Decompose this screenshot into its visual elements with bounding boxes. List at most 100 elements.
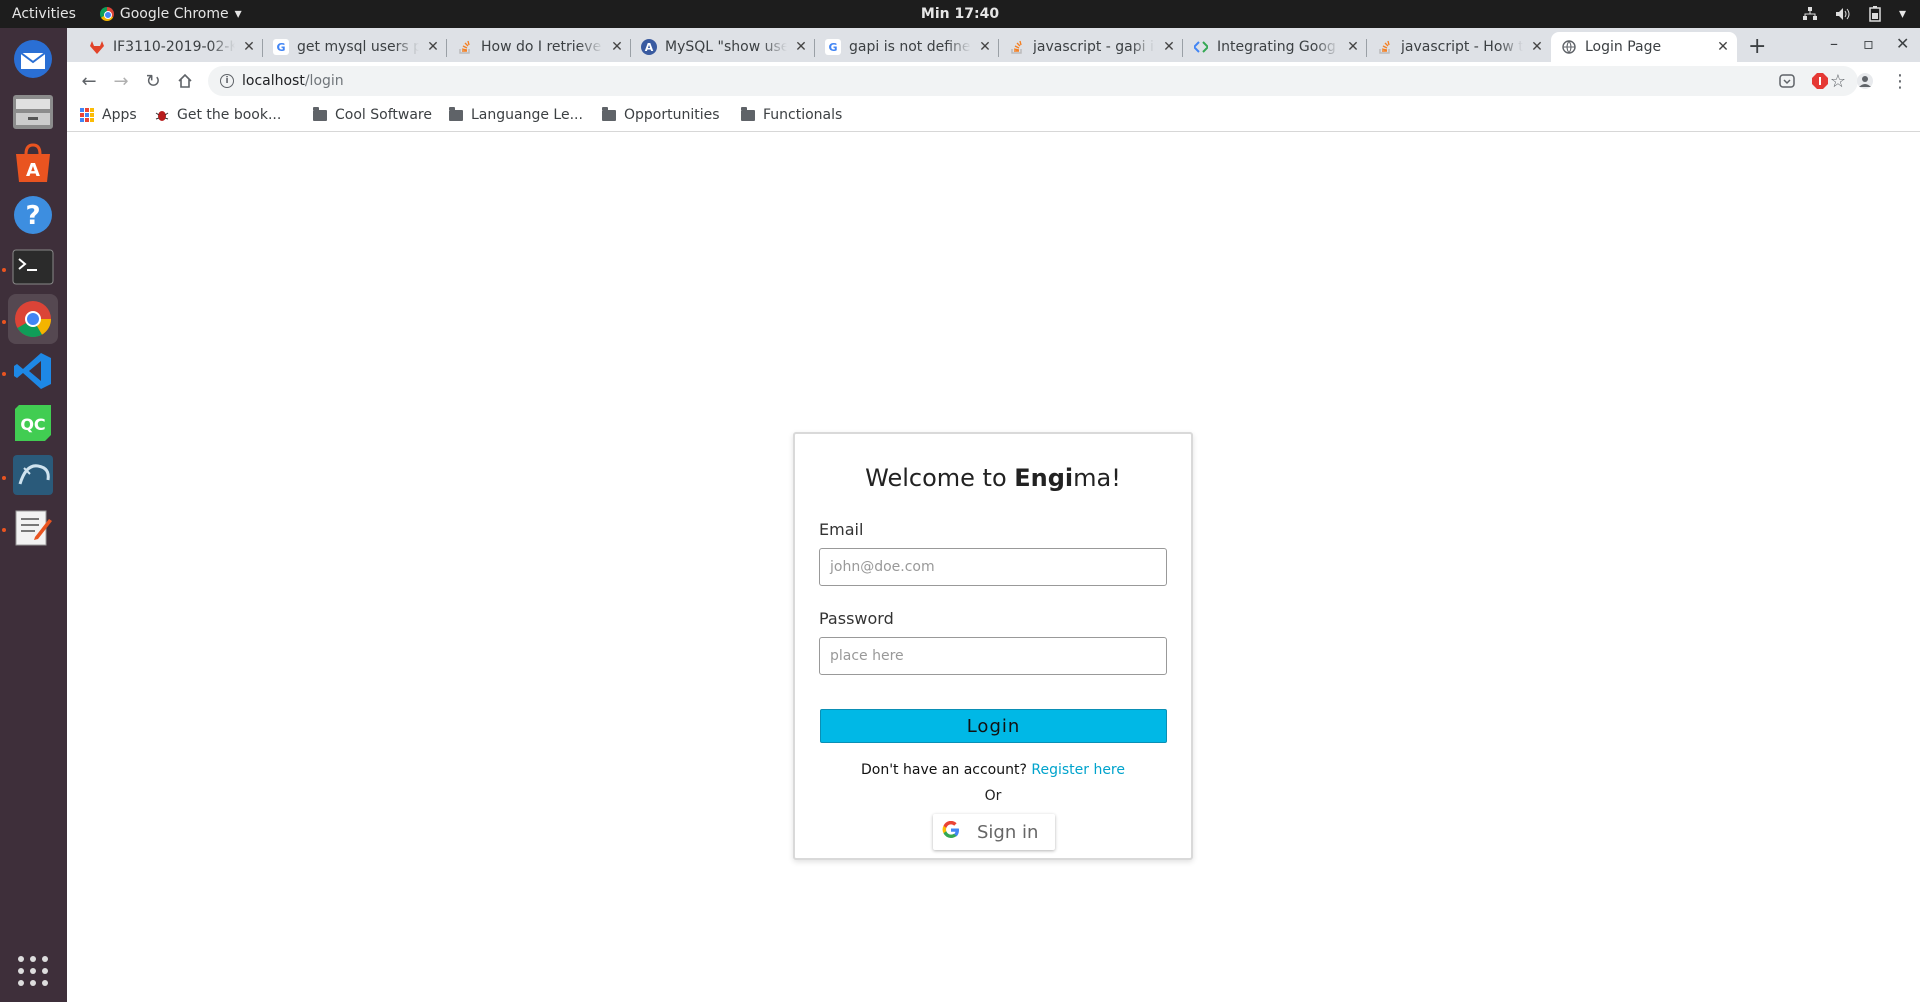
- minimize-button[interactable]: –: [1830, 34, 1838, 53]
- email-label: Email: [819, 520, 864, 539]
- thunderbird-icon[interactable]: [8, 34, 58, 84]
- tab-active[interactable]: Login Page ✕: [1551, 32, 1737, 62]
- help-icon[interactable]: ?: [8, 190, 58, 240]
- app-menu-label: Google Chrome: [119, 6, 229, 22]
- close-icon[interactable]: ✕: [609, 39, 625, 55]
- maximize-button[interactable]: ▫: [1863, 34, 1874, 53]
- tab[interactable]: IF3110-2019-02-K0 ✕: [79, 32, 263, 62]
- show-apps-icon[interactable]: [8, 946, 58, 996]
- chrome-menu-icon[interactable]: ⋮: [1889, 70, 1911, 92]
- bookmark-label: Languange Le...: [471, 107, 583, 123]
- title-suffix: ma!: [1073, 464, 1121, 492]
- new-tab-button[interactable]: +: [1748, 34, 1766, 59]
- login-card: Welcome to Engima! Email john@doe.com Pa…: [793, 432, 1193, 860]
- register-link[interactable]: Register here: [1031, 762, 1125, 778]
- chrome-window: IF3110-2019-02-K0 ✕ G get mysql users p …: [67, 28, 1920, 1002]
- qtcreator-icon[interactable]: QC: [8, 398, 58, 448]
- tab-label: javascript - How t: [1401, 39, 1523, 55]
- folder-icon: [313, 106, 327, 121]
- vscode-icon[interactable]: [8, 346, 58, 396]
- google-icon: G: [825, 39, 841, 55]
- tab-label: Integrating Goog: [1217, 39, 1336, 55]
- title-bold: Engi: [1014, 464, 1074, 492]
- files-icon[interactable]: [8, 86, 58, 136]
- running-indicator: [2, 320, 6, 324]
- page-content: Welcome to Engima! Email john@doe.com Pa…: [67, 132, 1920, 1002]
- chevron-down-icon: ▾: [1898, 6, 1906, 22]
- dba-stackexchange-icon: A: [641, 39, 657, 55]
- tab-strip: IF3110-2019-02-K0 ✕ G get mysql users p …: [67, 28, 1920, 62]
- bookmark-label: Functionals: [763, 107, 843, 123]
- chrome-icon: [99, 7, 114, 21]
- volume-icon: [1835, 8, 1850, 20]
- terminal-icon[interactable]: [8, 242, 58, 292]
- email-field[interactable]: john@doe.com: [819, 548, 1167, 586]
- url-path: /login: [304, 73, 344, 89]
- home-button[interactable]: [174, 70, 196, 92]
- tab[interactable]: javascript - gapi is ✕: [999, 32, 1183, 62]
- close-icon[interactable]: ✕: [793, 39, 809, 55]
- window-close-button[interactable]: ✕: [1896, 34, 1909, 53]
- activities-button[interactable]: Activities: [12, 6, 76, 22]
- google-icon: G: [273, 39, 289, 55]
- bookmark-folder-languange[interactable]: Languange Le...: [449, 106, 583, 123]
- address-bar[interactable]: i localhost/login ☆: [208, 66, 1858, 96]
- text-editor-icon[interactable]: [8, 502, 58, 552]
- tab[interactable]: Integrating Goog ✕: [1183, 32, 1367, 62]
- close-icon[interactable]: ✕: [1529, 39, 1545, 55]
- profile-avatar-icon[interactable]: [1857, 73, 1873, 89]
- bookmark-folder-functionals[interactable]: Functionals: [741, 106, 843, 123]
- bookmark-get-the-book[interactable]: Get the book...: [155, 107, 281, 123]
- forward-button[interactable]: →: [110, 70, 132, 92]
- extension-adblock-icon[interactable]: [1812, 73, 1828, 89]
- tab[interactable]: javascript - How t ✕: [1367, 32, 1551, 62]
- bookmark-folder-cool-software[interactable]: Cool Software: [313, 106, 432, 123]
- svg-text:QC: QC: [20, 415, 45, 434]
- mysql-workbench-icon[interactable]: [8, 450, 58, 500]
- browser-toolbar: ← → ↻ i localhost/login ☆ ⋮: [67, 62, 1920, 100]
- page-title: Welcome to Engima!: [795, 464, 1191, 492]
- google-signin-label: Sign in: [977, 821, 1039, 843]
- bookmark-label: Apps: [102, 107, 137, 123]
- svg-text:?: ?: [25, 201, 40, 231]
- tab[interactable]: G get mysql users p ✕: [263, 32, 447, 62]
- stackoverflow-icon: [457, 39, 473, 55]
- reload-button[interactable]: ↻: [142, 70, 164, 92]
- dock: A ? QC: [0, 28, 67, 1002]
- bookmark-folder-opportunities[interactable]: Opportunities: [602, 106, 720, 123]
- battery-icon: [1869, 6, 1881, 22]
- info-icon[interactable]: i: [220, 74, 234, 88]
- close-icon[interactable]: ✕: [1345, 39, 1361, 55]
- tab-label: MySQL "show use: [665, 39, 787, 55]
- software-center-icon[interactable]: A: [8, 138, 58, 188]
- system-tray[interactable]: ▾: [1802, 6, 1906, 22]
- extension-pocket-icon[interactable]: [1779, 73, 1795, 89]
- back-button[interactable]: ←: [78, 70, 100, 92]
- close-icon[interactable]: ✕: [1161, 39, 1177, 55]
- chrome-icon[interactable]: [8, 294, 58, 344]
- svg-text:A: A: [26, 160, 40, 181]
- clock[interactable]: Min 17:40: [921, 6, 999, 22]
- gitlab-icon: [89, 39, 105, 55]
- close-icon[interactable]: ✕: [241, 39, 257, 55]
- close-icon[interactable]: ✕: [977, 39, 993, 55]
- register-prompt: Don't have an account?: [860, 762, 1027, 778]
- login-button[interactable]: Login: [820, 709, 1167, 743]
- tab-label: How do I retrieve: [481, 39, 602, 55]
- folder-icon: [449, 106, 463, 121]
- close-icon[interactable]: ✕: [425, 39, 441, 55]
- bookmark-star-icon[interactable]: ☆: [1830, 71, 1846, 92]
- google-signin-button[interactable]: Sign in: [933, 814, 1055, 850]
- password-field[interactable]: place here: [819, 637, 1167, 675]
- tab[interactable]: A MySQL "show use ✕: [631, 32, 815, 62]
- google-icon: [933, 820, 969, 844]
- network-icon: [1802, 7, 1817, 20]
- bug-favicon-icon: [155, 111, 169, 121]
- password-label: Password: [819, 609, 894, 628]
- app-menu[interactable]: Google Chrome ▾: [99, 6, 242, 22]
- tab[interactable]: G gapi is not define ✕: [815, 32, 999, 62]
- tab[interactable]: How do I retrieve ✕: [447, 32, 631, 62]
- close-icon[interactable]: ✕: [1715, 39, 1731, 55]
- folder-icon: [602, 106, 616, 121]
- bookmark-apps[interactable]: Apps: [80, 107, 137, 123]
